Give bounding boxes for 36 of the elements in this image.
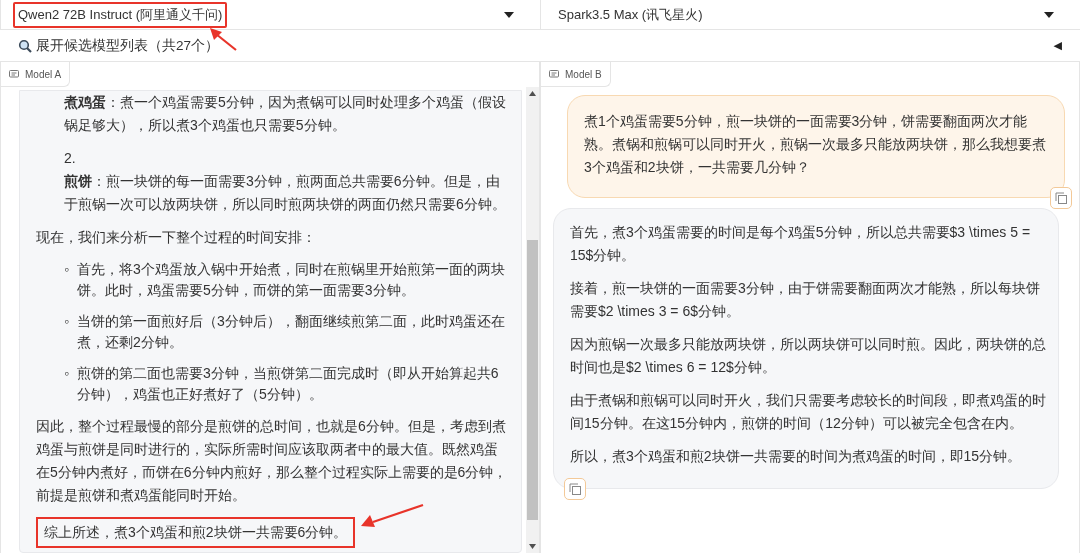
paragraph: 由于煮锅和煎锅可以同时开火，我们只需要考虑较长的时间段，即煮鸡蛋的时间15分钟。在这15分钟内，煎饼的时间（12分钟）可以被完全包含在内。: [570, 391, 1047, 433]
list-item-text: 当饼的第一面煎好后（3分钟后），翻面继续煎第二面，此时鸡蛋还在煮，还剩2分钟。: [76, 312, 506, 352]
chat-icon: [549, 69, 559, 79]
paragraph: 所以，煮3个鸡蛋和煎2块饼一共需要的时间为煮鸡蛋的时间，即15分钟。: [570, 447, 1023, 466]
bullet-marker: ◦: [64, 312, 69, 331]
paragraph: 现在，我们来分析一下整个过程的时间安排：: [36, 228, 317, 247]
paragraph: 因为煎锅一次最多只能放两块饼，所以两块饼可以同时煎。因此，两块饼的总时间也是$2 \times 6 = 12$分钟。: [570, 335, 1047, 377]
list-item-text: 首先，将3个鸡蛋放入锅中开始煮，同时在煎锅里开始煎第一面的两块饼。此时，鸡蛋需要5分钟，而饼的第一面需要3分钟。: [76, 260, 506, 300]
expand-models-toggle[interactable]: 展开候选模型列表（共27个）: [18, 36, 220, 55]
collapse-toggle[interactable]: ◀: [1053, 39, 1062, 52]
search-icon: [18, 38, 32, 53]
paragraph: 煮1个鸡蛋需要5分钟，煎一块饼的一面需要3分钟，饼需要翻面两次才能熟。煮锅和煎锅可以同时开火，煎锅一次最多只能放两块饼，那么我想要煮3个鸡蛋和2块饼，一共需要几分钟？: [584, 112, 1047, 177]
copy-button[interactable]: [564, 478, 586, 500]
list-number: 2.: [64, 149, 77, 168]
list-item-text: 煎饼：煎一块饼的每一面需要3分钟，煎两面总共需要6分钟。但是，由于煎锅一次可以放两块饼，所以同时煎两块饼的两面仍然只需要6分钟。: [64, 172, 507, 214]
annotation-arrow: [359, 503, 426, 529]
copy-icon: [1055, 192, 1067, 204]
copy-icon: [569, 483, 581, 495]
bullet-marker: ◦: [64, 260, 69, 279]
scroll-up-icon[interactable]: [529, 91, 536, 96]
scrollbar[interactable]: [526, 87, 539, 553]
paragraph: 接着，煎一块饼的一面需要3分钟，由于饼需要翻面两次才能熟，所以每块饼需要$2 \times 3 = 6$分钟。: [570, 279, 1041, 321]
paragraph: 首先，煮3个鸡蛋需要的时间是每个鸡蛋5分钟，所以总共需要$3 \times 5 = 15$分钟。: [570, 223, 1032, 265]
panel-label: Model A: [1, 62, 71, 87]
list-item-text: 煮鸡蛋：煮一个鸡蛋需要5分钟，因为煮锅可以同时处理多个鸡蛋（假设锅足够大），所以煮3个鸡蛋也只需要5分钟。: [64, 93, 507, 135]
paragraph: 因此，整个过程最慢的部分是煎饼的总时间，也就是6分钟。但是，考虑到煮鸡蛋与煎饼是同时进行的，实际所需时间应该取两者中的最大值。既然鸡蛋在5分钟内煮好，而饼在6分钟内煎好，那么整个过程实际上需要的是6分钟，前提是煎饼和煮鸡蛋能同时开始。: [36, 417, 509, 505]
paragraph: 综上所述，煮3个鸡蛋和煎2块饼一共需要6分钟。: [36, 517, 356, 548]
caret-icon: [1044, 11, 1054, 18]
scroll-down-icon[interactable]: [529, 544, 536, 549]
annotation-arrow: [208, 26, 238, 52]
caret-icon: [504, 11, 514, 18]
list-item-text: 煎饼的第二面也需要3分钟，当煎饼第二面完成时（即从开始算起共6分钟），鸡蛋也正好煮好了（5分钟）。: [76, 364, 500, 404]
chat-icon: [9, 69, 19, 79]
panel-label: Model B: [541, 62, 611, 87]
bullet-marker: ◦: [64, 364, 69, 383]
copy-button[interactable]: [1050, 187, 1072, 209]
